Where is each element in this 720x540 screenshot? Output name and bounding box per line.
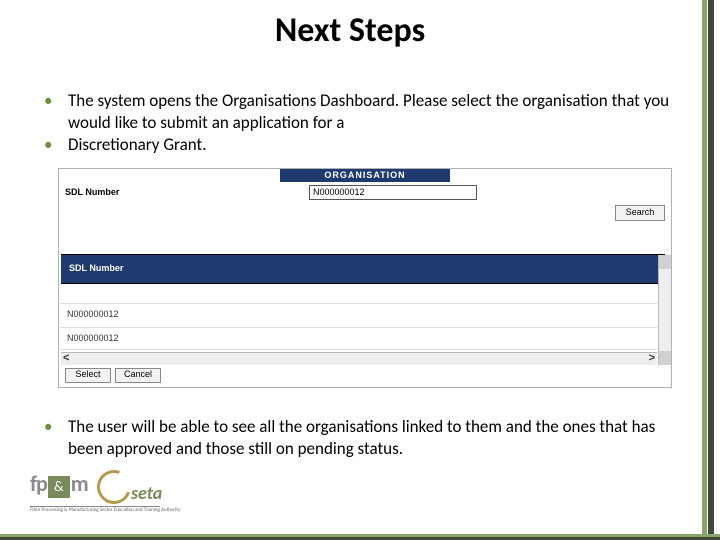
list-item: The system opens the Organisations Dashb…	[44, 90, 672, 134]
bullet-list-bottom: The user will be able to see all the org…	[44, 416, 672, 460]
cancel-button[interactable]: Cancel	[115, 368, 161, 383]
panel-header: ORGANISATION	[280, 169, 450, 182]
logo-m: m	[71, 470, 88, 497]
table-row[interactable]: N000000012	[67, 309, 119, 319]
table-header-band: SDL Number	[61, 255, 665, 283]
logo-seta: seta	[131, 482, 162, 504]
logo-amp-icon: &	[48, 476, 70, 498]
bullet-list-top: The system opens the Organisations Dashb…	[44, 90, 672, 156]
organisation-screenshot: ORGANISATION SDL Number N000000012 Searc…	[58, 168, 672, 388]
logo-fp: fp	[30, 470, 47, 497]
logo-subtext: Fibre Processing & Manufacturing Sector …	[30, 507, 210, 513]
horizontal-scrollbar[interactable]	[61, 352, 657, 365]
decor-bottom-rail	[0, 530, 720, 540]
select-button[interactable]: Select	[65, 368, 111, 383]
decor-right-rail	[702, 0, 720, 540]
slide: Next Steps The system opens the Organisa…	[0, 0, 720, 540]
search-button[interactable]: Search	[615, 205, 665, 221]
sdl-number-label: SDL Number	[65, 187, 119, 197]
list-item: Discretionary Grant.	[44, 134, 672, 156]
vertical-scrollbar[interactable]	[658, 255, 671, 365]
page-title: Next Steps	[0, 10, 700, 51]
table-row[interactable]: N000000012	[67, 333, 119, 343]
list-item: The user will be able to see all the org…	[44, 416, 672, 460]
sdl-number-input[interactable]: N000000012	[309, 185, 477, 200]
fpm-seta-logo: fp&m seta Fibre Processing & Manufacturi…	[30, 470, 210, 512]
column-header-sdl: SDL Number	[69, 263, 123, 273]
